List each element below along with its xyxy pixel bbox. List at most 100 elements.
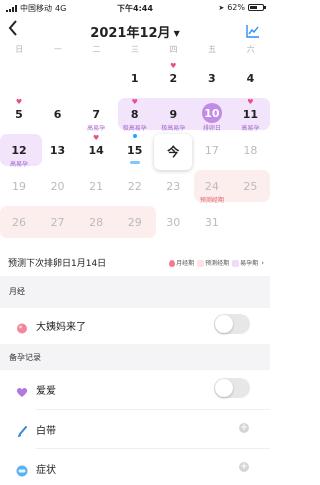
- calendar-day[interactable]: 17: [193, 134, 231, 170]
- day-number: 9: [169, 108, 178, 121]
- weekday-label: 一: [53, 45, 62, 54]
- day-number: 30: [166, 216, 181, 229]
- day-number: 10: [204, 107, 220, 120]
- weekday-label: 五: [208, 45, 217, 54]
- heart-icon: ♥: [15, 98, 23, 106]
- day-number: 2: [169, 72, 178, 85]
- calendar-day[interactable]: 29: [116, 206, 154, 242]
- calendar-day[interactable]: 12 高易孕: [0, 134, 38, 170]
- face-icon: [16, 462, 28, 477]
- sex-toggle[interactable]: [214, 378, 250, 398]
- heart-icon: ♥: [131, 98, 138, 106]
- day-status-label: 预测经期: [199, 197, 224, 204]
- calendar-day[interactable]: 6: [39, 98, 77, 134]
- record-label: 爱爱: [36, 386, 56, 397]
- weekday-label: 六: [246, 45, 255, 54]
- drop-icon: [16, 319, 28, 334]
- drop-icon: [169, 260, 176, 267]
- legend-item-predicted: 预测经期: [197, 258, 229, 267]
- day-number: 7: [92, 108, 100, 121]
- battery-icon: [248, 4, 266, 11]
- calendar-day[interactable]: ♥ 14: [77, 134, 115, 170]
- calendar-day[interactable]: 15: [116, 134, 154, 170]
- calendar-grid: 1 ♥ 2 3 4 ♥ 5 6 7 高易孕 ♥ 8 极高易孕 9 极高易孕 10 排卵日 ♥ 11 高易孕 12 高易孕 1…: [0, 60, 270, 246]
- status-right: ➤ 62%: [218, 3, 266, 12]
- day-status-label: 极高易孕: [122, 125, 147, 132]
- row-divider: [36, 448, 270, 449]
- period-toggle[interactable]: [214, 314, 250, 334]
- calendar-day[interactable]: 24 预测经期: [193, 170, 231, 206]
- calendar-day[interactable]: 31: [193, 206, 231, 242]
- weekday-label: 四: [169, 45, 178, 54]
- calendar-day[interactable]: 18: [231, 134, 269, 170]
- month-title: 2021年12月: [90, 26, 171, 41]
- record-label: 白带: [36, 426, 56, 437]
- calendar-day[interactable]: 21: [77, 170, 115, 206]
- day-number: 17: [204, 144, 219, 157]
- calendar-day[interactable]: 28: [77, 206, 115, 242]
- legend[interactable]: 月经期 预测经期 易孕期 ›: [169, 258, 264, 267]
- calendar-day[interactable]: 1: [116, 62, 154, 98]
- plus-icon[interactable]: +: [239, 462, 249, 472]
- record-row-discharge[interactable]: 白带 +: [0, 412, 270, 446]
- calendar-day[interactable]: 22: [116, 170, 154, 206]
- day-number: 12: [11, 144, 27, 157]
- day-number: 27: [50, 216, 65, 229]
- calendar-day[interactable]: 19: [0, 170, 38, 206]
- day-number: 21: [89, 180, 104, 193]
- heart-icon: [16, 383, 28, 397]
- day-number: 28: [89, 216, 104, 229]
- calendar-day[interactable]: 25: [231, 170, 269, 206]
- day-number: 22: [127, 180, 142, 193]
- period-card: 大姨妈来了: [0, 308, 270, 344]
- calendar-day[interactable]: 9 极高易孕: [154, 98, 192, 134]
- caret-down-icon: ▼: [173, 29, 180, 38]
- record-underline: [129, 161, 140, 164]
- calendar-day[interactable]: 4: [231, 62, 269, 98]
- record-label: 症状: [36, 465, 56, 476]
- next-ovulation-text: 预测下次排卵日1月14日: [8, 259, 107, 269]
- weekday-label: 日: [15, 45, 24, 54]
- period-row: 大姨妈来了: [0, 308, 270, 342]
- status-bar: 中国移动 4G 下午4:44 ➤ 62%: [0, 0, 270, 16]
- day-number: 8: [130, 108, 139, 121]
- day-number: 25: [243, 180, 258, 193]
- calendar-day[interactable]: ♥ 2: [154, 62, 192, 98]
- calendar-day[interactable]: 13: [39, 134, 77, 170]
- section-label-period: 月经: [9, 287, 25, 296]
- month-selector[interactable]: 2021年12月 ▼: [0, 22, 270, 41]
- legend-item-fertile: 易孕期: [232, 258, 258, 267]
- toggle-knob: [215, 315, 233, 333]
- day-number: 18: [243, 144, 258, 157]
- calendar-day-today[interactable]: 今: [154, 134, 193, 170]
- day-number: 5: [15, 108, 23, 121]
- calendar-day[interactable]: ♥ 8 极高易孕: [116, 98, 154, 134]
- day-number: 29: [127, 216, 142, 229]
- prediction-bar: 预测下次排卵日1月14日 月经期 预测经期 易孕期 ›: [0, 254, 270, 272]
- line-chart-icon[interactable]: [246, 23, 260, 38]
- day-number: 3: [208, 72, 216, 85]
- weekday-label: 三: [131, 45, 140, 54]
- record-row-sex[interactable]: 爱爱: [0, 372, 270, 406]
- calendar-day[interactable]: 27: [39, 206, 77, 242]
- brush-icon: [16, 423, 28, 437]
- day-number: 31: [204, 216, 219, 229]
- calendar-day[interactable]: 20: [39, 170, 77, 206]
- calendar-day[interactable]: 26: [0, 206, 38, 242]
- calendar-day[interactable]: 23: [154, 170, 192, 206]
- battery-percent: 62%: [227, 3, 245, 12]
- plus-icon[interactable]: +: [239, 423, 249, 433]
- calendar-day[interactable]: 10 排卵日: [193, 98, 231, 134]
- calendar-day[interactable]: 30: [154, 206, 192, 242]
- weekday-label: 二: [92, 45, 101, 54]
- day-number: 15: [127, 144, 143, 157]
- day-number: 11: [242, 108, 259, 121]
- day-status-label: 排卵日: [202, 125, 221, 132]
- day-number: 26: [12, 216, 26, 229]
- calendar-day[interactable]: ♥ 11 高易孕: [231, 98, 269, 134]
- calendar-day[interactable]: 7 高易孕: [77, 98, 115, 134]
- day-number: 20: [50, 180, 65, 193]
- period-started-label: 大姨妈来了: [36, 322, 86, 333]
- calendar-day[interactable]: 3: [193, 62, 231, 98]
- calendar-day[interactable]: ♥ 5: [0, 98, 38, 134]
